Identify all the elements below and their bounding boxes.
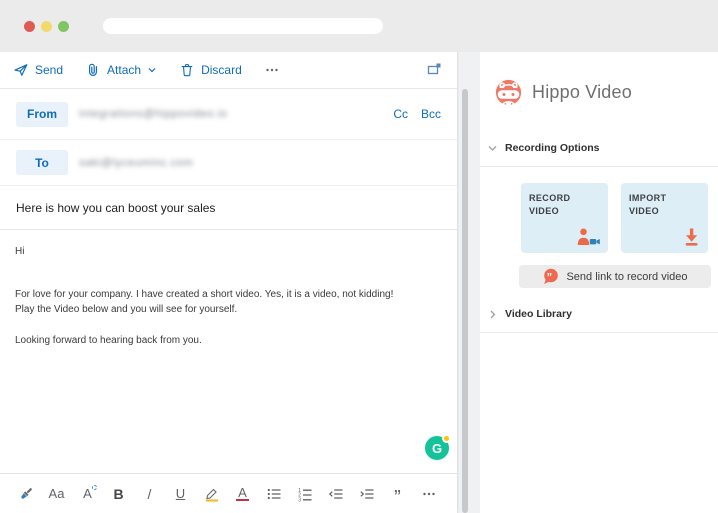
attach-label: Attach (107, 63, 141, 77)
scrollbar-thumb[interactable] (462, 89, 468, 513)
grammarly-notification-dot (442, 434, 451, 443)
bullet-list-icon (266, 486, 282, 502)
recording-options-label: Recording Options (505, 142, 600, 154)
from-field-row: From integrations@hippovideo.io Cc Bcc (0, 89, 457, 140)
quote-icon: ” (394, 485, 401, 503)
send-icon (13, 62, 29, 78)
increase-indent-button[interactable] (357, 482, 376, 506)
app-window: Send Attach Discard (0, 0, 718, 513)
chevron-down-icon (487, 143, 498, 154)
numbered-list-button[interactable]: 1 2 3 (295, 482, 314, 506)
import-video-card[interactable]: IMPORT VIDEO (621, 183, 708, 253)
font-color-icon: A (236, 487, 249, 501)
body-paragraph1-line1: For love for your company. I have create… (15, 287, 449, 302)
font-options-button[interactable]: Aa (47, 482, 66, 506)
chevron-right-icon (487, 309, 498, 320)
cc-bcc-links: Cc Bcc (393, 107, 441, 121)
speech-bubble-icon: ” (542, 268, 559, 285)
bold-button[interactable]: B (109, 482, 128, 506)
more-formatting-icon (421, 486, 437, 502)
from-field-chip[interactable]: From (16, 102, 68, 127)
highlight-button[interactable] (202, 482, 221, 506)
discard-button[interactable]: Discard (168, 52, 253, 88)
to-field-row: To saki@lyceuminc.com (0, 140, 457, 186)
browser-titlebar (0, 0, 718, 52)
format-painter-icon (18, 486, 34, 502)
to-field-chip[interactable]: To (16, 150, 68, 175)
text-effects-ring (92, 485, 97, 490)
record-video-label: RECORD VIDEO (529, 192, 587, 218)
from-address-value[interactable]: integrations@hippovideo.io (79, 108, 227, 120)
import-video-label: IMPORT VIDEO (629, 192, 687, 218)
body-greeting: Hi (15, 244, 449, 259)
attach-button[interactable]: Attach (74, 52, 168, 88)
subject-input[interactable]: Here is how you can boost your sales (0, 186, 457, 230)
more-formatting-button[interactable] (419, 482, 438, 506)
cc-button[interactable]: Cc (393, 107, 408, 121)
import-video-icon (682, 227, 701, 246)
section-video-library[interactable]: Video Library (480, 308, 718, 333)
message-body-editor[interactable]: Hi For love for your company. I have cre… (0, 230, 457, 473)
bcc-button[interactable]: Bcc (421, 107, 441, 121)
bold-icon: B (113, 486, 123, 502)
ellipsis-icon (264, 62, 280, 78)
more-options-button[interactable] (253, 52, 291, 88)
send-link-label: Send link to record video (566, 271, 687, 283)
scrollbar-track[interactable] (459, 52, 480, 513)
send-button[interactable]: Send (13, 52, 74, 88)
font-options-icon: Aa (49, 486, 65, 501)
bullet-list-button[interactable] (264, 482, 283, 506)
decrease-indent-button[interactable] (326, 482, 345, 506)
hippo-video-logo-icon (495, 79, 522, 106)
underline-button[interactable]: U (171, 482, 190, 506)
compose-toolbar: Send Attach Discard (0, 52, 457, 89)
compose-window: Send Attach Discard (0, 52, 458, 513)
body-paragraph2: Looking forward to hearing back from you… (15, 333, 449, 348)
to-recipient-value[interactable]: saki@lyceuminc.com (79, 157, 193, 169)
text-effects-icon: A (83, 486, 92, 501)
outdent-icon (328, 486, 344, 502)
italic-icon: / (148, 486, 152, 502)
font-color-button[interactable]: A (233, 482, 252, 506)
svg-text:”: ” (547, 272, 553, 284)
send-label: Send (35, 63, 63, 77)
close-window-button[interactable] (24, 21, 35, 32)
zoom-window-button[interactable] (58, 21, 69, 32)
panel-header: Hippo Video (480, 52, 718, 106)
format-painter-button[interactable] (16, 482, 35, 506)
section-recording-options[interactable]: Recording Options (480, 142, 718, 167)
minimize-window-button[interactable] (41, 21, 52, 32)
formatting-toolbar: Aa A B / U A (0, 473, 457, 513)
paperclip-icon (85, 62, 101, 78)
quote-button[interactable]: ” (388, 482, 407, 506)
italic-button[interactable]: / (140, 482, 159, 506)
numbered-list-icon: 1 2 3 (297, 486, 313, 502)
body-paragraph1-line2: Play the Video below and you will see fo… (15, 302, 449, 317)
highlighter-icon (204, 486, 220, 502)
discard-label: Discard (201, 63, 242, 77)
video-library-label: Video Library (505, 308, 572, 320)
panel-title: Hippo Video (532, 82, 632, 103)
chevron-down-icon (147, 65, 157, 75)
hippo-video-panel: Hippo Video Recording Options RECORD VID… (480, 52, 718, 513)
record-video-card[interactable]: RECORD VIDEO (521, 183, 608, 253)
send-link-button[interactable]: ” Send link to record video (519, 265, 711, 288)
indent-icon (359, 486, 375, 502)
recording-option-cards: RECORD VIDEO IMPORT VIDEO (521, 183, 708, 253)
grammarly-badge[interactable]: G (425, 436, 449, 460)
trash-icon (179, 62, 195, 78)
underline-icon: U (176, 486, 185, 501)
svg-text:3: 3 (298, 497, 301, 502)
address-bar[interactable] (103, 18, 383, 34)
text-effects-button[interactable]: A (78, 482, 97, 506)
record-video-icon (576, 227, 601, 246)
open-in-new-window-button[interactable] (422, 61, 447, 80)
popout-icon (426, 61, 443, 77)
